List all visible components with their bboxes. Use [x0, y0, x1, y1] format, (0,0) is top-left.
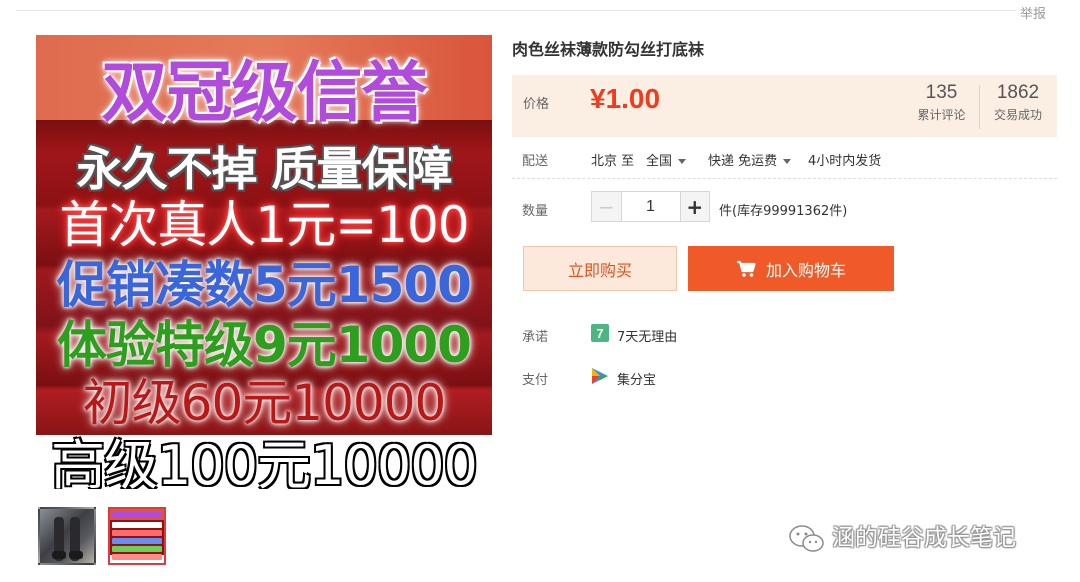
decrease-quantity-button[interactable]: −: [592, 192, 622, 221]
add-to-cart-label: 加入购物车: [765, 260, 846, 280]
watermark-text: 涵的硅谷成长笔记: [832, 525, 1016, 551]
wechat-watermark: 涵的硅谷成长笔记: [788, 518, 1016, 554]
price-panel: 价格 ¥1.00 135 累计评论 1862 交易成功: [512, 75, 1057, 137]
thumb-line: [112, 512, 162, 518]
price-value: ¥1.00: [590, 83, 661, 114]
thumb-line: [112, 538, 162, 544]
deals-count: 1862: [996, 82, 1040, 103]
thumbnail-stockings[interactable]: [38, 507, 96, 565]
quantity-input[interactable]: [621, 192, 680, 221]
shoe-shape: [69, 551, 83, 559]
quantity-label: 数量: [522, 204, 549, 219]
add-to-cart-button[interactable]: 加入购物车: [688, 246, 894, 291]
ad-line-7: 高级100元10000: [51, 434, 478, 489]
quantity-stepper: − +: [591, 191, 710, 222]
reviews-stat[interactable]: 135 累计评论: [914, 82, 969, 123]
stock-text: 件(库存99991362件): [719, 204, 848, 219]
chevron-down-icon: [783, 159, 792, 164]
payment-method: 集分宝: [617, 373, 657, 388]
ad-line-1: 双冠级信誉: [101, 54, 428, 131]
ship-time: 4小时内发货: [808, 154, 882, 169]
promise-link[interactable]: 7天无理由: [617, 326, 677, 345]
main-product-image: 双冠级信誉 永久不掉 质量保障 首次真人1元=100 促销凑数5元1500 体验…: [36, 35, 492, 489]
thumb-line: [112, 546, 162, 552]
product-title: 肉色丝袜薄款防勾丝打底袜: [512, 40, 705, 59]
thumbnail-ad-selected[interactable]: [108, 507, 166, 565]
reviews-count: 135: [925, 82, 958, 103]
thumb-line: [112, 554, 162, 560]
delivery-from: 北京 至: [591, 154, 635, 169]
seven-day-return-icon: 7: [591, 324, 609, 342]
payment-label: 支付: [522, 373, 549, 388]
delivery-destination-select[interactable]: 全国: [646, 150, 687, 169]
top-divider: [16, 10, 1016, 11]
reviews-label: 累计评论: [917, 108, 966, 122]
delivery-label: 配送: [522, 154, 549, 169]
increase-quantity-button[interactable]: +: [679, 192, 709, 221]
promise-label: 承诺: [522, 330, 549, 345]
report-link[interactable]: 举报: [1020, 3, 1046, 22]
thumb-line: [112, 530, 162, 536]
stat-divider: [979, 85, 980, 129]
cart-icon: [736, 260, 756, 277]
deals-stat: 1862 交易成功: [988, 82, 1048, 123]
deals-label: 交易成功: [993, 108, 1042, 122]
price-label: 价格: [523, 97, 550, 112]
wechat-icon: [789, 524, 824, 552]
chevron-down-icon: [678, 159, 687, 164]
shipping-method: 快递 免运费: [708, 154, 778, 169]
thumb-line: [112, 522, 162, 528]
jifenbao-icon: [592, 368, 608, 384]
shipping-method-select[interactable]: 快递 免运费: [708, 150, 792, 169]
shoe-shape: [52, 551, 66, 559]
buy-now-button[interactable]: 立即购买: [523, 246, 677, 291]
delivery-destination: 全国: [646, 154, 673, 169]
section-divider: [512, 178, 1057, 179]
